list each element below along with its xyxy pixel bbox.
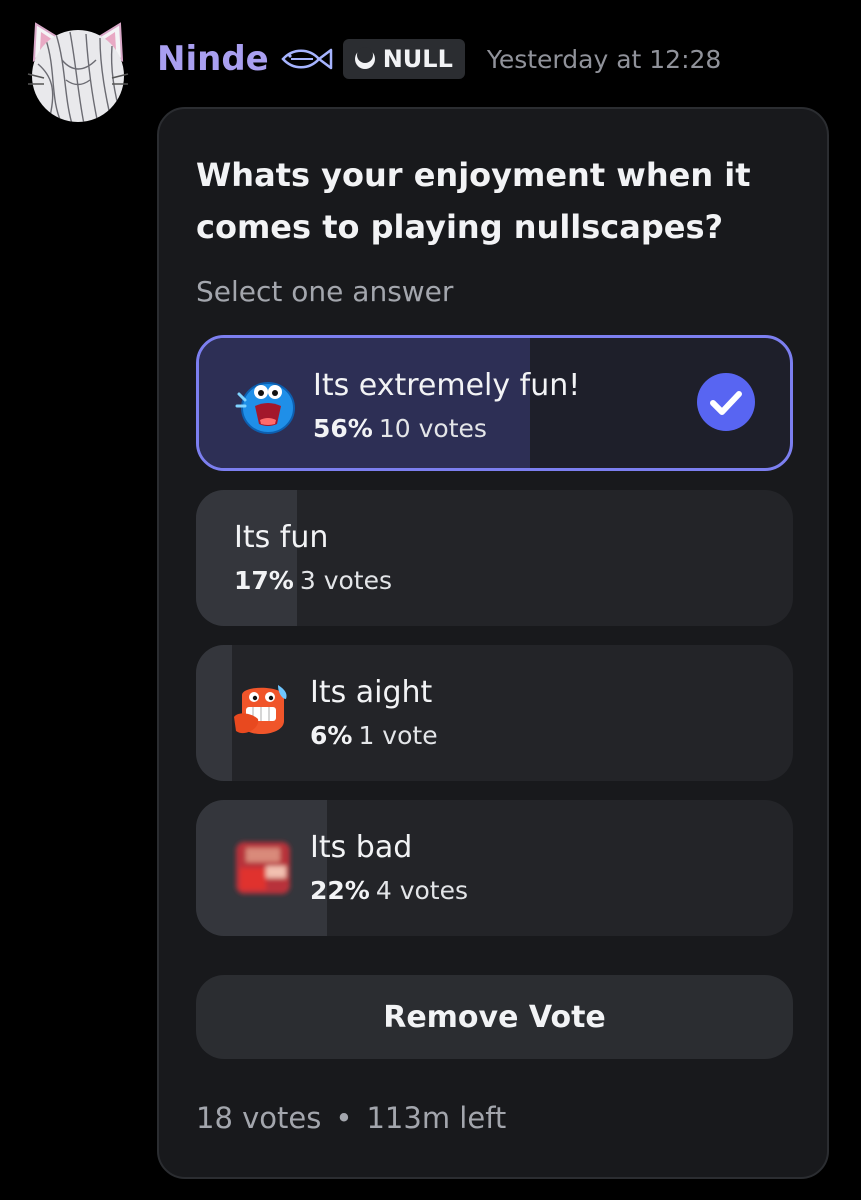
crescent-moon-icon <box>354 47 375 69</box>
answer-votes: 1 vote <box>358 721 438 750</box>
answer-percent: 22% <box>310 876 370 905</box>
answer-percent: 17% <box>234 566 294 595</box>
user-avatar[interactable] <box>26 20 130 124</box>
screaming-blue-blob-emoji <box>235 382 295 434</box>
answer-label: Its bad <box>310 830 413 865</box>
poll-hint: Select one answer <box>196 275 454 308</box>
answer-label: Its aight <box>310 675 433 710</box>
username[interactable]: Ninde <box>157 39 269 79</box>
answer-label: Its extremely fun! <box>313 368 581 403</box>
total-votes: 18 votes <box>196 1101 322 1135</box>
answer-stats: 56% 10 votes <box>313 414 487 443</box>
answer-stats: 6% 1 vote <box>310 721 438 750</box>
answer-stats: 17% 3 votes <box>234 566 392 595</box>
vote-progress-fill <box>196 490 298 626</box>
message-timestamp[interactable]: Yesterday at 12:28 <box>487 45 721 74</box>
poll-answer-extremely-fun[interactable]: Its extremely fun! 56% 10 votes <box>196 335 793 471</box>
guild-tag-label: NULL <box>382 45 453 73</box>
remove-vote-button[interactable]: Remove Vote <box>196 975 793 1059</box>
message-header: Ninde NULL Yesterday at 12:28 <box>157 34 721 84</box>
grimacing-orange-blob-emoji <box>234 685 287 735</box>
poll-answer-fun[interactable]: Its fun 17% 3 votes <box>196 490 793 626</box>
checkmark-icon <box>697 373 755 431</box>
poll-question: Whats your enjoyment when it comes to pl… <box>196 156 751 246</box>
poll-answer-aight[interactable]: Its aight 6% 1 vote <box>196 645 793 781</box>
blurred-red-emoji <box>236 842 290 894</box>
fish-icon <box>281 48 332 70</box>
answer-votes: 10 votes <box>378 414 487 443</box>
time-left: 113m left <box>366 1101 507 1135</box>
poll-footer: 18 votes • 113m left <box>196 1101 506 1135</box>
answer-percent: 6% <box>310 721 353 750</box>
answer-votes: 4 votes <box>375 876 468 905</box>
answer-percent: 56% <box>313 414 373 443</box>
poll-message: Ninde NULL Yesterday at 12:28 Whats your… <box>0 0 861 1200</box>
guild-tag[interactable]: NULL <box>342 39 465 79</box>
answer-votes: 3 votes <box>299 566 392 595</box>
poll-card: Whats your enjoyment when it comes to pl… <box>157 107 829 1179</box>
answer-stats: 22% 4 votes <box>310 876 468 905</box>
separator-dot: • <box>335 1101 353 1135</box>
vote-progress-fill <box>196 645 232 781</box>
poll-answer-bad[interactable]: Its bad 22% 4 votes <box>196 800 793 936</box>
answer-label: Its fun <box>234 520 329 555</box>
